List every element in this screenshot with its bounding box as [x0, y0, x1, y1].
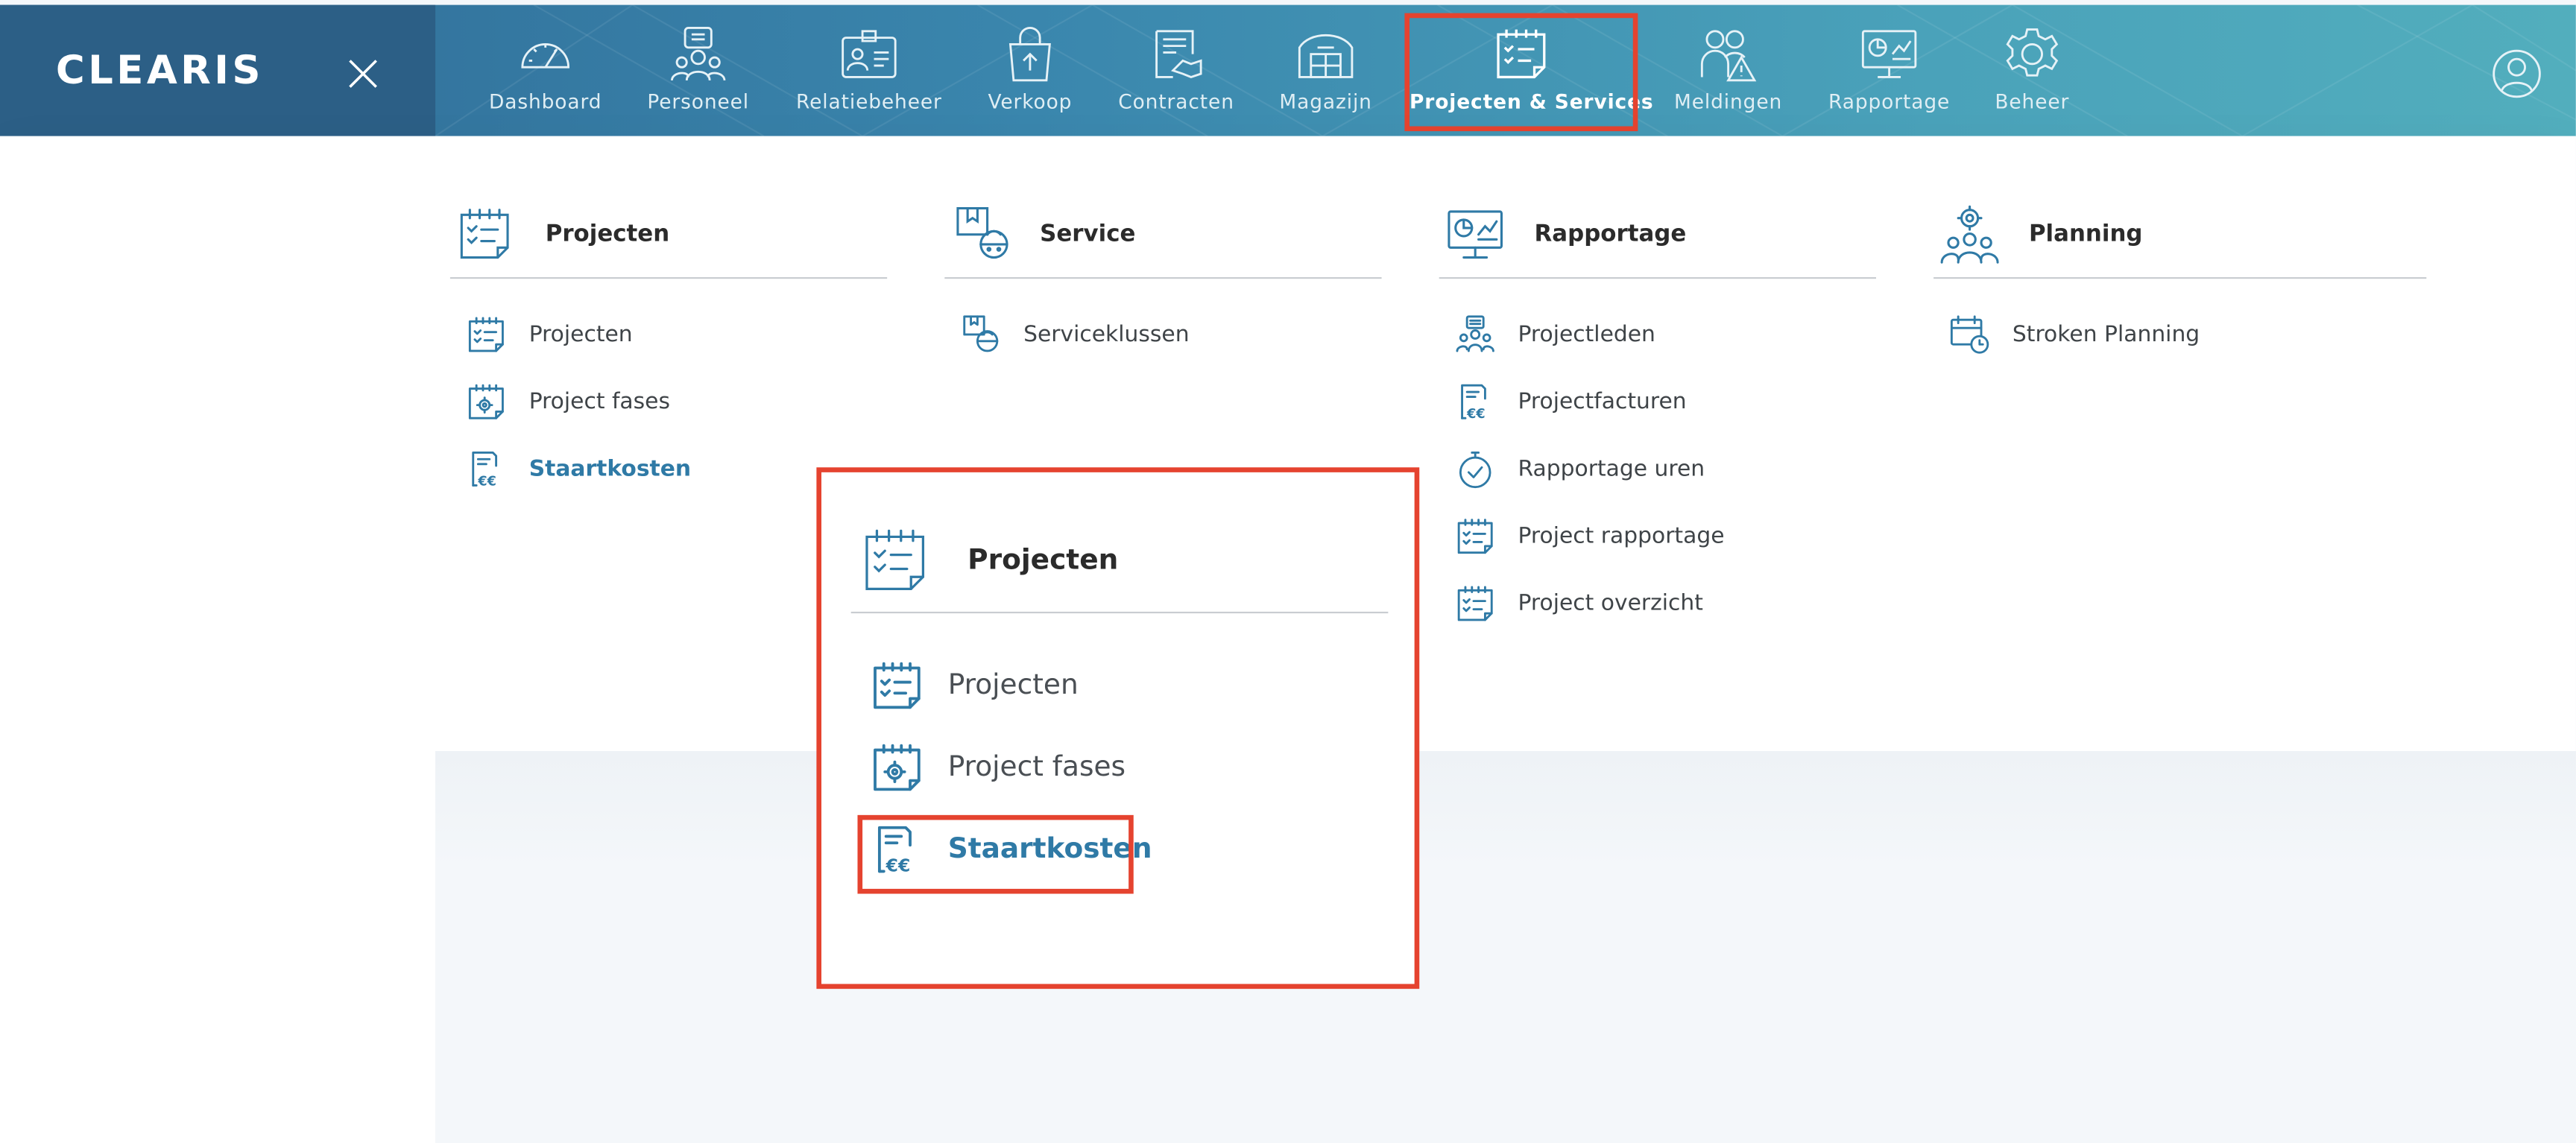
zoom-link-label: Project fases — [947, 751, 1126, 785]
nav-item-verkoop[interactable]: Verkoop — [977, 5, 1082, 136]
menu-column-header: Projecten — [449, 202, 888, 279]
contract-handshake-icon — [1155, 30, 1202, 78]
checklist-icon — [874, 662, 921, 709]
menu-column-header: Planning — [1933, 202, 2427, 279]
checklist-icon — [468, 317, 504, 352]
gear-icon — [2006, 28, 2059, 77]
checklist-icon — [1457, 586, 1493, 621]
shopping-bag-icon — [1008, 26, 1051, 82]
nav-label: Meldingen — [1674, 90, 1783, 113]
stopwatch-icon — [1459, 452, 1491, 489]
nav-label: Verkoop — [988, 90, 1073, 113]
nav-label: Relatiebeheer — [796, 90, 942, 113]
sidebar-area — [0, 751, 436, 1143]
menu-link-label: Projectfacturen — [1518, 388, 1687, 415]
monitor-chart-icon — [1861, 30, 1917, 78]
contact-card-icon — [842, 30, 897, 78]
close-icon[interactable] — [344, 54, 383, 94]
menu-link-label: Project rapportage — [1518, 523, 1725, 550]
calendar-gear-icon — [468, 384, 504, 419]
top-navigation-bar: CLEARIS Dashboard Personeel Relatiebehee… — [0, 4, 2576, 136]
menu-column-title: Planning — [2028, 221, 2143, 248]
service-technician-icon — [956, 206, 1008, 259]
menu-link-label: Project overzicht — [1518, 590, 1703, 617]
brand-logo: CLEARIS — [55, 47, 264, 94]
nav-item-dashboard[interactable]: Dashboard — [480, 5, 611, 136]
brand-area: CLEARIS — [0, 4, 436, 136]
checklist-icon — [1457, 519, 1493, 554]
nav-label: Beheer — [1995, 90, 2070, 113]
speedometer-icon — [521, 43, 570, 69]
zoom-link-label: Projecten — [947, 668, 1079, 702]
menu-column-title: Rapportage — [1534, 221, 1687, 248]
nav-item-meldingen[interactable]: Meldingen — [1669, 5, 1787, 136]
nav-item-relatiebeheer[interactable]: Relatiebeheer — [790, 5, 948, 136]
nav-label: Contracten — [1118, 90, 1234, 113]
menu-link-label: Stroken Planning — [2012, 321, 2200, 348]
nav-item-rapportage[interactable]: Rapportage — [1823, 5, 1954, 136]
menu-column-header: Service — [944, 202, 1382, 279]
menu-link-label: Projectleden — [1518, 321, 1655, 348]
staartkosten-highlight — [857, 814, 1134, 894]
menu-column-title: Service — [1040, 221, 1136, 248]
nav-item-personeel[interactable]: Personeel — [634, 5, 763, 136]
calendar-clock-icon — [1950, 315, 1989, 354]
checklist-icon — [460, 209, 509, 259]
nav-label: Dashboard — [488, 90, 602, 113]
menu-link-label: Staartkosten — [528, 455, 692, 483]
team-gear-icon — [1940, 205, 1999, 264]
monitor-chart-icon — [1448, 210, 1503, 259]
calendar-gear-icon — [874, 744, 921, 791]
nav-item-contracten[interactable]: Contracten — [1112, 5, 1240, 136]
user-account-icon[interactable] — [2490, 48, 2543, 100]
menu-link-label: Rapportage uren — [1518, 455, 1705, 483]
main-content-area — [435, 751, 2576, 1143]
invoice-euro-icon: €€ — [1461, 384, 1486, 422]
menu-column-title: Projecten — [545, 221, 670, 248]
warehouse-icon — [1298, 34, 1354, 78]
zoom-callout: Projecten Projecten Project fases €€ Sta… — [816, 467, 1420, 990]
people-warning-icon — [1700, 30, 1757, 82]
nav-label: Rapportage — [1828, 90, 1951, 113]
menu-link-label: Serviceklussen — [1023, 321, 1190, 348]
nav-item-magazijn[interactable]: Magazijn — [1273, 5, 1378, 136]
nav-item-beheer[interactable]: Beheer — [1984, 5, 2080, 136]
active-nav-highlight — [1404, 13, 1638, 132]
svg-text:€€: €€ — [477, 474, 496, 488]
checklist-icon — [865, 529, 925, 590]
people-icon — [1456, 315, 1494, 352]
svg-text:€€: €€ — [1466, 407, 1486, 421]
people-icon — [671, 26, 726, 81]
menu-link-label: Project fases — [528, 388, 670, 415]
service-technician-icon — [963, 315, 999, 352]
menu-column-header: Rapportage — [1439, 202, 1876, 279]
nav-label: Magazijn — [1279, 90, 1372, 113]
menu-link-label: Projecten — [528, 321, 633, 348]
zoom-column-title: Projecten — [967, 544, 1119, 577]
invoice-euro-icon: €€ — [472, 452, 498, 489]
divider — [850, 611, 1389, 614]
nav-label: Personeel — [647, 90, 750, 113]
app-page: CLEARIS Dashboard Personeel Relatiebehee… — [0, 0, 2576, 1143]
